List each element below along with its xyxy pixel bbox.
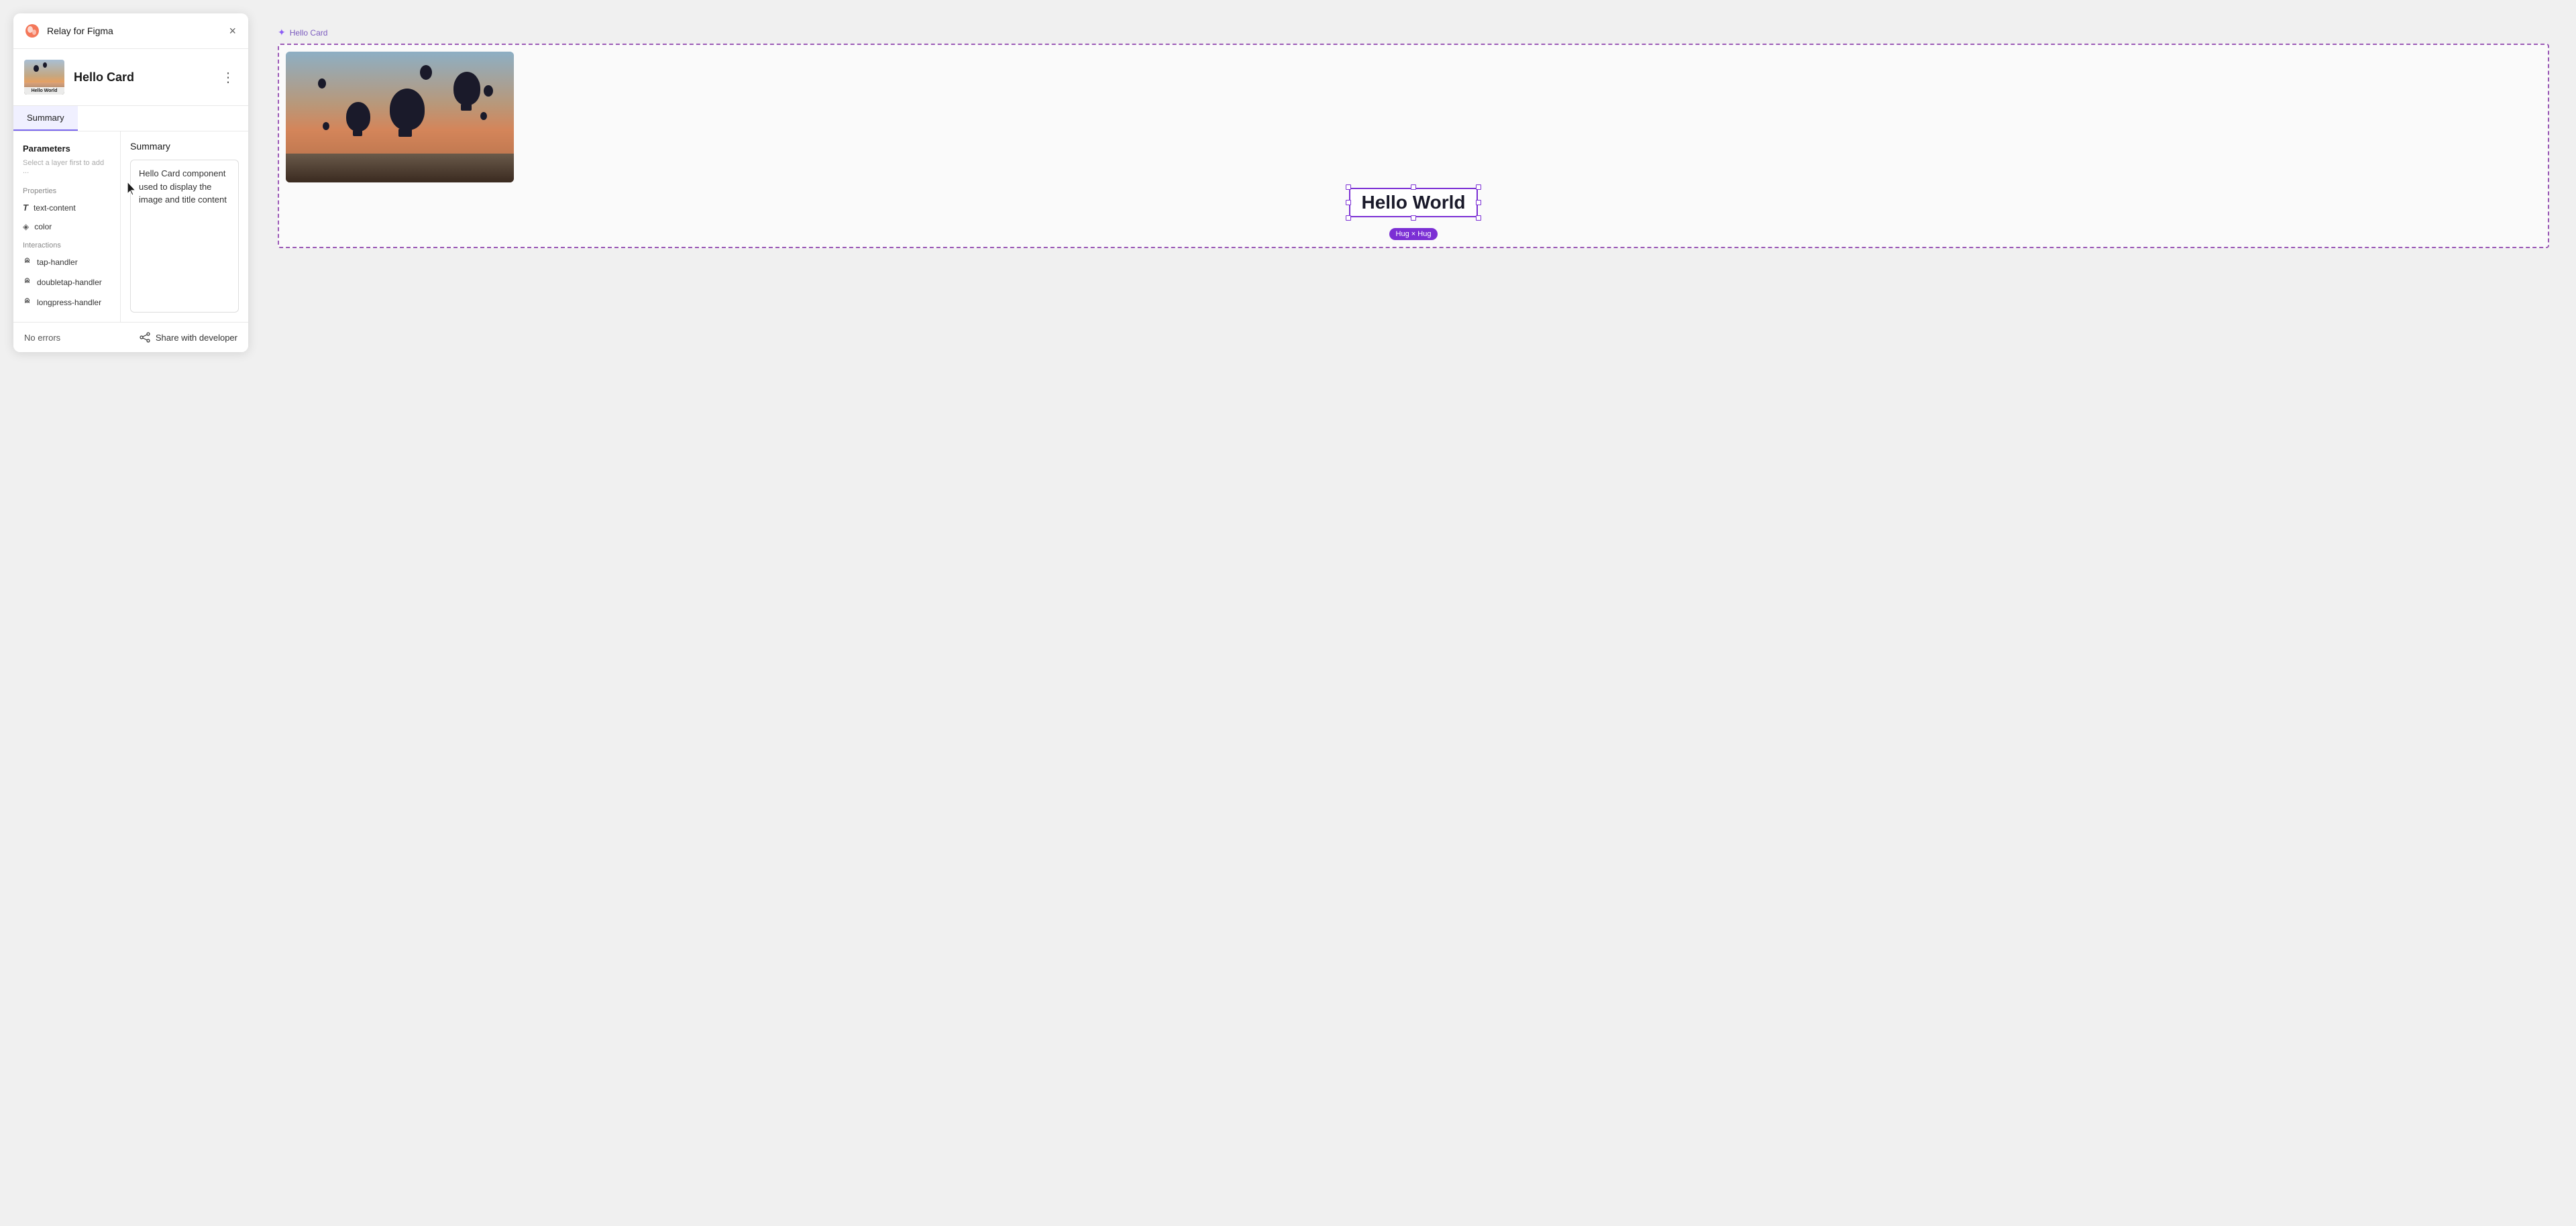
share-label: Share with developer — [156, 333, 237, 343]
color-label: color — [34, 222, 52, 231]
properties-label: Properties — [13, 182, 120, 198]
tap-handler-label: tap-handler — [37, 258, 78, 267]
content-main: Summary Hello Card component used to dis… — [121, 131, 248, 322]
canvas-area: ✦ Hello Card — [264, 13, 2563, 262]
sidebar-item-tap-handler[interactable]: tap-handler — [13, 252, 120, 272]
content-area: Parameters Select a layer first to add .… — [13, 131, 248, 322]
component-name: Hello Card — [74, 70, 219, 85]
close-button[interactable]: × — [227, 23, 237, 38]
basket-large — [398, 129, 412, 137]
handle-tl — [1346, 184, 1351, 190]
no-errors-label: No errors — [24, 333, 60, 343]
gesture-icon-tap — [23, 257, 32, 268]
hug-badge-container: Hug × Hug — [286, 224, 2541, 240]
sidebar-item-doubletap-handler[interactable]: doubletap-handler — [13, 272, 120, 292]
interactions-label: Interactions — [13, 236, 120, 252]
balloon-small1 — [420, 65, 432, 80]
handle-bl — [1346, 215, 1351, 221]
thumbnail-balloon2 — [43, 62, 47, 68]
component-thumbnail: Hello World — [24, 60, 64, 95]
balloon-large — [390, 89, 425, 130]
component-header: Hello World Hello Card ⋮ — [13, 49, 248, 106]
relay-panel: Relay for Figma × Hello World Hello Card… — [13, 13, 248, 352]
card-image — [286, 52, 514, 182]
handle-br — [1476, 215, 1481, 221]
sidebar-item-longpress-handler[interactable]: longpress-handler — [13, 292, 120, 313]
balloon-small5 — [323, 122, 329, 130]
content-sidebar: Parameters Select a layer first to add .… — [13, 131, 121, 322]
card-title: Hello World — [1349, 188, 1477, 217]
balloon-small2 — [484, 85, 493, 97]
summary-textarea[interactable]: Hello Card component used to display the… — [130, 160, 239, 313]
handle-bm — [1411, 215, 1416, 221]
summary-section-title: Summary — [130, 141, 239, 152]
panel-header-left: Relay for Figma — [24, 23, 113, 39]
more-options-button[interactable]: ⋮ — [219, 66, 237, 89]
sidebar-hint: Select a layer first to add ... — [13, 159, 120, 182]
balloon-small4 — [318, 78, 326, 89]
longpress-handler-label: longpress-handler — [37, 298, 101, 307]
handle-tr — [1476, 184, 1481, 190]
tab-summary-left[interactable]: Summary — [13, 106, 78, 131]
balloon-left — [346, 102, 370, 131]
scene-ground — [286, 154, 514, 182]
doubletap-handler-label: doubletap-handler — [37, 278, 102, 287]
canvas-component-label: ✦ Hello Card — [278, 27, 2549, 38]
handle-mr — [1476, 200, 1481, 205]
basket-left — [353, 130, 362, 136]
basket-right — [461, 104, 472, 111]
share-button[interactable]: Share with developer — [140, 332, 237, 343]
thumbnail-balloon — [34, 65, 39, 72]
balloon-scene — [286, 52, 514, 182]
handle-tm — [1411, 184, 1416, 190]
paint-icon: ◈ — [23, 222, 29, 231]
gesture-icon-doubletap — [23, 277, 32, 288]
canvas-card: Hello World Hug × Hug — [278, 44, 2549, 248]
text-content-label: text-content — [34, 203, 76, 213]
card-title-row: Hello World — [286, 188, 2541, 217]
handle-ml — [1346, 200, 1351, 205]
hug-badge: Hug × Hug — [1389, 228, 1438, 240]
share-icon — [140, 332, 150, 343]
relay-logo-icon — [24, 23, 40, 39]
tabs-row: Summary — [13, 106, 248, 131]
balloon-small3 — [480, 112, 487, 120]
parameters-title: Parameters — [13, 141, 120, 159]
panel-header: Relay for Figma × — [13, 13, 248, 49]
text-icon: T — [23, 203, 28, 213]
panel-title: Relay for Figma — [47, 25, 113, 36]
panel-footer: No errors Share with developer — [13, 322, 248, 352]
canvas-component-name: Hello Card — [290, 28, 328, 38]
sidebar-item-text-content[interactable]: T text-content — [13, 198, 120, 217]
sidebar-item-color[interactable]: ◈ color — [13, 217, 120, 236]
gesture-icon-longpress — [23, 297, 32, 308]
thumbnail-label: Hello World — [24, 87, 64, 95]
canvas-component-icon: ✦ — [278, 27, 286, 38]
balloon-right — [453, 72, 480, 105]
title-container: Hello World — [1349, 188, 1477, 217]
